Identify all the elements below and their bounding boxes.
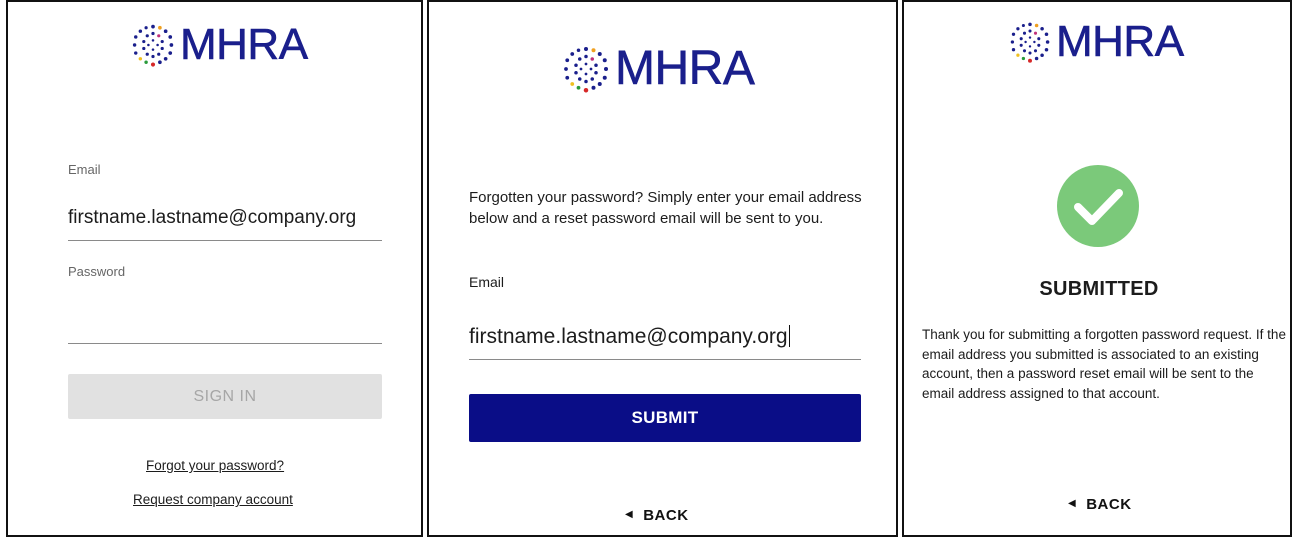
email-field[interactable]: firstname.lastname@company.org <box>469 320 861 360</box>
request-account-link[interactable]: Request company account <box>133 492 293 507</box>
logo-text: MHRA <box>1056 17 1185 66</box>
mhra-logo-icon <box>1010 22 1050 63</box>
mhra-logo-icon <box>564 47 608 93</box>
back-button[interactable]: ◀ BACK <box>625 507 689 524</box>
forgot-password-panel: MHRA Forgotten your password? Simply ent… <box>427 0 898 537</box>
submit-button[interactable]: SUBMIT <box>469 394 861 442</box>
password-field[interactable] <box>68 300 382 344</box>
back-label: BACK <box>643 507 689 524</box>
submitted-panel: MHRA SUBMITTED Thank you for submitting … <box>902 0 1292 537</box>
submitted-message: Thank you for submitting a forgotten pas… <box>922 327 1286 401</box>
submitted-heading: SUBMITTED <box>1039 278 1159 300</box>
forgot-intro-text: Forgotten your password? Simply enter yo… <box>469 189 862 227</box>
check-circle-icon <box>1057 165 1139 247</box>
mhra-logo: MHRA <box>130 22 308 68</box>
back-label: BACK <box>1086 496 1132 513</box>
email-value: firstname.lastname@company.org <box>68 207 357 228</box>
email-label: Email <box>68 162 101 177</box>
logo-text: MHRA <box>180 20 309 69</box>
email-value: firstname.lastname@company.org <box>469 325 790 348</box>
forgot-password-link[interactable]: Forgot your password? <box>146 458 284 473</box>
email-label: Email <box>469 274 505 290</box>
logo-text: MHRA <box>615 42 755 95</box>
mhra-logo: MHRA <box>561 42 755 95</box>
caret-left-icon: ◀ <box>1068 498 1077 509</box>
login-panel: MHRA Email firstname.lastname@company.or… <box>6 0 423 537</box>
back-button[interactable]: ◀ BACK <box>1068 496 1132 513</box>
text-caret <box>788 325 790 347</box>
mhra-logo: MHRA <box>1008 17 1185 66</box>
password-label: Password <box>68 264 126 279</box>
sign-in-button[interactable]: SIGN IN <box>68 374 382 419</box>
email-field[interactable]: firstname.lastname@company.org <box>68 198 382 241</box>
caret-left-icon: ◀ <box>625 509 634 520</box>
mhra-logo-icon <box>132 24 174 67</box>
